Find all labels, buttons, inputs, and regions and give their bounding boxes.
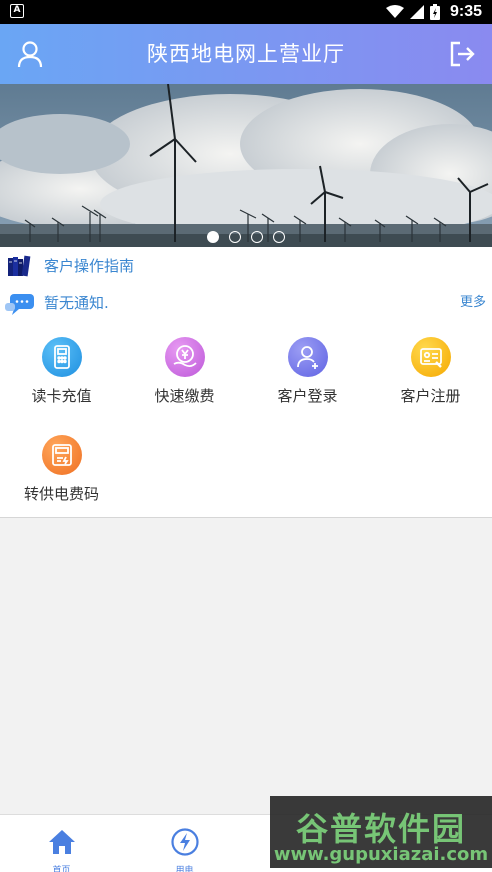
more-link[interactable]: 更多 — [460, 285, 486, 321]
home-icon — [48, 830, 75, 854]
page-title: 陕西地电网上营业厅 — [147, 42, 345, 66]
guide-label: 客户操作指南 — [44, 257, 135, 275]
carousel-dots — [0, 231, 492, 243]
menu-item-label: 快速缴费 — [154, 387, 215, 405]
carousel-dot[interactable] — [273, 231, 285, 243]
menu-item-label: 客户注册 — [400, 387, 461, 405]
card-reader-icon — [41, 337, 82, 377]
nav-label: 首页 — [52, 866, 71, 872]
service-menu: 读卡充值 快速缴费 客户登录 客户注册 转供电费码 — [0, 323, 492, 518]
notice-text: 暂无通知. — [44, 294, 109, 312]
carousel-dot[interactable] — [207, 231, 219, 243]
nav-label: 用电 — [175, 866, 194, 872]
app-header: 陕西地电网上营业厅 — [0, 24, 492, 84]
notification-icon: A — [10, 4, 24, 18]
carousel-dot[interactable] — [251, 231, 263, 243]
status-icons: 9:35 — [385, 0, 482, 24]
battery-icon — [429, 4, 440, 20]
user-add-icon — [287, 337, 328, 377]
logout-icon[interactable] — [446, 38, 478, 70]
carousel-dot[interactable] — [229, 231, 241, 243]
yuan-pay-icon — [164, 337, 205, 377]
watermark: 谷普软件园 www.gupuxiazai.com — [270, 796, 492, 868]
status-time: 9:35 — [449, 3, 482, 20]
chat-bubble-icon — [5, 294, 34, 315]
menu-item-customer-login[interactable]: 客户登录 — [246, 323, 369, 413]
lightning-icon — [170, 828, 199, 856]
menu-item-transfer-fee-code[interactable]: 转供电费码 — [0, 421, 123, 511]
nav-item-home[interactable]: 首页 — [0, 815, 123, 872]
customer-guide-link[interactable]: 客户操作指南 — [0, 247, 492, 285]
status-bar: A 9:35 — [0, 0, 492, 24]
books-icon — [8, 255, 31, 277]
banner-carousel[interactable] — [0, 84, 492, 247]
menu-item-quick-pay[interactable]: 快速缴费 — [123, 323, 246, 413]
banner-image — [0, 84, 492, 247]
menu-item-customer-register[interactable]: 客户注册 — [369, 323, 492, 413]
signal-icon — [409, 5, 424, 19]
menu-item-label: 转供电费码 — [23, 485, 99, 503]
menu-item-label: 客户登录 — [277, 387, 338, 405]
nav-item-electricity[interactable]: 用电 — [123, 815, 246, 872]
menu-item-card-recharge[interactable]: 读卡充值 — [0, 323, 123, 413]
watermark-url: www.gupuxiazai.com — [273, 844, 489, 865]
wifi-icon — [385, 5, 404, 18]
menu-item-label: 读卡充值 — [31, 387, 92, 405]
id-card-icon — [410, 337, 451, 377]
meter-icon — [41, 435, 82, 475]
notice-bar: 暂无通知. 更多 — [0, 285, 492, 323]
